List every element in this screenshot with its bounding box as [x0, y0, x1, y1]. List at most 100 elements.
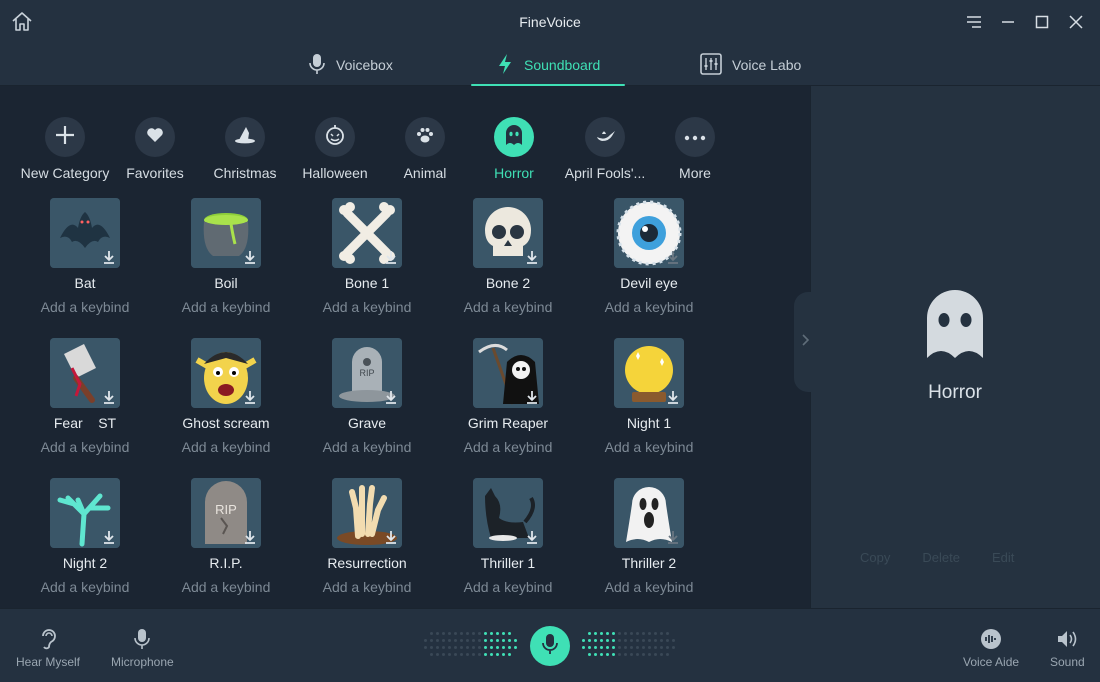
waveform-dot — [618, 639, 621, 642]
sound-thriller-1-button[interactable] — [473, 478, 543, 548]
category-horror[interactable]: Horror — [464, 117, 564, 181]
add-keybind-link[interactable]: Add a keybind — [297, 579, 437, 595]
download-icon — [104, 531, 114, 544]
add-keybind-link[interactable]: Add a keybind — [156, 579, 296, 595]
add-keybind-link[interactable]: Add a keybind — [156, 439, 296, 455]
waveform-dot — [588, 639, 591, 642]
sound-name: Thriller 2 — [621, 555, 677, 571]
tab-voicebox[interactable]: Voicebox — [308, 44, 393, 86]
sound-label: Sound — [1050, 655, 1085, 669]
waveform-dot — [430, 646, 433, 649]
add-keybind-link[interactable]: Add a keybind — [15, 579, 155, 595]
sound-tile: Ghost scream Add a keybind — [156, 338, 296, 455]
category-title: Horror — [928, 382, 982, 403]
download-icon — [386, 531, 396, 544]
sound-name: Ghost scream — [182, 415, 270, 431]
chevron-right-icon — [802, 333, 810, 351]
waveform-dot — [496, 632, 499, 635]
microphone-button[interactable]: Microphone — [111, 627, 174, 669]
category-april-fools[interactable]: April Fools'... — [555, 117, 655, 181]
waveform-dot — [654, 632, 657, 635]
sound-thriller-2-button[interactable] — [614, 478, 684, 548]
sound-name: Bat — [74, 275, 96, 291]
tab-soundboard[interactable]: Soundboard — [471, 44, 626, 86]
grave-text: RIP — [359, 368, 375, 378]
copy-button[interactable]: Copy — [860, 550, 890, 565]
waveform-dot — [654, 653, 657, 656]
waveform-dot — [666, 646, 669, 649]
sound-resurrection-button[interactable] — [332, 478, 402, 548]
close-icon[interactable] — [1064, 10, 1088, 34]
waveform-dot — [648, 632, 651, 635]
sound-name: Grim Reaper — [467, 415, 549, 431]
sound-bone-1-button[interactable] — [332, 198, 402, 268]
sound-fear-st-button[interactable] — [50, 338, 120, 408]
sound-grim-reaper-button[interactable] — [473, 338, 543, 408]
add-keybind-link[interactable]: Add a keybind — [15, 299, 155, 315]
waveform-dot — [508, 632, 511, 635]
sound-rip-button[interactable]: RIP — [191, 478, 261, 548]
waveform-dot — [454, 653, 457, 656]
tab-voice-labo[interactable]: Voice Labo — [700, 44, 801, 86]
edit-button[interactable]: Edit — [992, 550, 1014, 565]
sound-devil-eye-button[interactable] — [614, 198, 684, 268]
add-keybind-link[interactable]: Add a keybind — [579, 439, 719, 455]
collapse-panel-button[interactable] — [794, 292, 818, 392]
sound-night-1-button[interactable] — [614, 338, 684, 408]
add-keybind-link[interactable]: Add a keybind — [579, 299, 719, 315]
sound-night-2-button[interactable] — [50, 478, 120, 548]
download-icon — [245, 251, 255, 264]
microphone-icon — [541, 632, 559, 661]
category-favorites[interactable]: Favorites — [105, 117, 205, 181]
waveform-dot — [496, 646, 499, 649]
menu-icon[interactable] — [962, 10, 986, 34]
voice-aide-button[interactable]: Voice Aide — [963, 627, 1019, 669]
waveform-dot — [648, 646, 651, 649]
add-keybind-link[interactable]: Add a keybind — [438, 299, 578, 315]
add-keybind-link[interactable]: Add a keybind — [297, 439, 437, 455]
add-keybind-link[interactable]: Add a keybind — [579, 579, 719, 595]
waveform-dot — [466, 646, 469, 649]
category-animal[interactable]: Animal — [375, 117, 475, 181]
waveform-dot — [636, 653, 639, 656]
sound-tile: Devil eye Add a keybind — [579, 198, 719, 315]
category-halloween[interactable]: Halloween — [285, 117, 385, 181]
waveform-dot — [588, 632, 591, 635]
minimize-icon[interactable] — [996, 10, 1020, 34]
sound-grave-button[interactable]: RIP — [332, 338, 402, 408]
category-new[interactable]: New Category — [15, 117, 115, 181]
sound-bone-2-button[interactable] — [473, 198, 543, 268]
category-christmas[interactable]: Christmas — [195, 117, 295, 181]
waveform-dot — [424, 639, 427, 642]
sound-ghost-scream-button[interactable] — [191, 338, 261, 408]
sound-tile: Thriller 2 Add a keybind — [579, 478, 719, 595]
voice-toggle-button[interactable] — [530, 626, 570, 666]
category-more[interactable]: More — [645, 117, 745, 181]
sound-bat-button[interactable] — [50, 198, 120, 268]
maximize-icon[interactable] — [1030, 10, 1054, 34]
waveform-dot — [630, 639, 633, 642]
sound-tile: Bone 2 Add a keybind — [438, 198, 578, 315]
plus-icon — [54, 124, 76, 151]
add-keybind-link[interactable]: Add a keybind — [15, 439, 155, 455]
tab-label: Voicebox — [336, 57, 393, 73]
ghost-icon — [925, 290, 985, 360]
add-keybind-link[interactable]: Add a keybind — [438, 579, 578, 595]
category-label: Favorites — [126, 165, 184, 181]
download-icon — [668, 531, 678, 544]
add-keybind-link[interactable]: Add a keybind — [156, 299, 296, 315]
sound-button[interactable]: Sound — [1050, 627, 1085, 669]
sound-name: Boil — [214, 275, 238, 291]
waveform-dot — [612, 639, 615, 642]
waveform-dot — [514, 646, 517, 649]
add-keybind-link[interactable]: Add a keybind — [297, 299, 437, 315]
waveform-dot — [460, 646, 463, 649]
sound-boil-button[interactable] — [191, 198, 261, 268]
delete-button[interactable]: Delete — [922, 550, 960, 565]
sound-name: Bone 2 — [485, 275, 531, 291]
sound-tile: RIP R.I.P. Add a keybind — [156, 478, 296, 595]
waveform-dot — [490, 639, 493, 642]
waveform-dot — [466, 653, 469, 656]
add-keybind-link[interactable]: Add a keybind — [438, 439, 578, 455]
hear-myself-button[interactable]: Hear Myself — [16, 627, 80, 669]
